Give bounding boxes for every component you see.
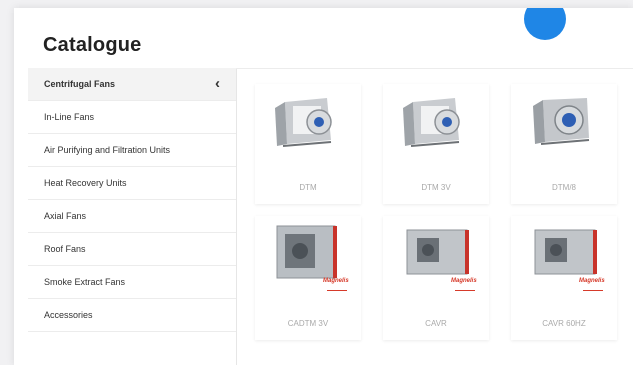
- sidebar-item-air-purifying[interactable]: Air Purifying and Filtration Units: [28, 134, 236, 167]
- magnelis-underline: [455, 290, 475, 291]
- product-name: DTM 3V: [421, 183, 451, 192]
- magnelis-underline: [327, 290, 347, 291]
- product-name: CADTM 3V: [287, 319, 329, 328]
- magnelis-badge: Magnelis: [323, 278, 349, 284]
- sidebar-item-heat-recovery[interactable]: Heat Recovery Units: [28, 167, 236, 200]
- sidebar-item-label: Heat Recovery Units: [44, 178, 127, 188]
- sidebar-item-accessories[interactable]: Accessories: [28, 299, 236, 332]
- product-name: DTM/8: [552, 183, 576, 192]
- sidebar-item-roof-fans[interactable]: Roof Fans: [28, 233, 236, 266]
- sidebar-item-label: Axial Fans: [44, 211, 87, 221]
- product-card-cavr[interactable]: Magnelis CAVR: [383, 216, 489, 340]
- sidebar-item-centrifugal-fans[interactable]: Centrifugal Fans ‹: [28, 68, 236, 101]
- sidebar-item-label: Accessories: [44, 310, 93, 320]
- product-name: DTM: [299, 183, 317, 192]
- sidebar-item-label: Air Purifying and Filtration Units: [44, 145, 171, 155]
- sidebar-item-smoke-extract[interactable]: Smoke Extract Fans: [28, 266, 236, 299]
- product-card-dtm-8[interactable]: DTM/8: [511, 84, 617, 204]
- product-card-cavr-60hz[interactable]: Magnelis CAVR 60HZ: [511, 216, 617, 340]
- page-title: Catalogue: [43, 34, 142, 56]
- sidebar-item-label: Roof Fans: [44, 244, 86, 254]
- magnelis-underline: [583, 290, 603, 291]
- sidebar-item-in-line-fans[interactable]: In-Line Fans: [28, 101, 236, 134]
- product-card-cadtm-3v[interactable]: Magnelis CADTM 3V: [255, 216, 361, 340]
- product-card-dtm[interactable]: DTM: [255, 84, 361, 204]
- product-name: CAVR: [425, 319, 447, 328]
- chevron-left-icon[interactable]: ‹: [215, 68, 220, 100]
- divider: [236, 68, 633, 69]
- category-sidebar: Centrifugal Fans ‹ In-Line Fans Air Puri…: [28, 68, 237, 365]
- sidebar-item-label: In-Line Fans: [44, 112, 95, 122]
- notification-dot-icon[interactable]: [524, 8, 566, 40]
- magnelis-badge: Magnelis: [579, 278, 605, 284]
- centrifugal-fan-icon: [275, 98, 332, 147]
- product-card-dtm-3v[interactable]: DTM 3V: [383, 84, 489, 204]
- sidebar-item-label: Smoke Extract Fans: [44, 277, 126, 287]
- centrifugal-fan-icon: [403, 98, 460, 147]
- catalogue-panel: Catalogue Centrifugal Fans ‹ In-Line Fan…: [14, 8, 633, 365]
- centrifugal-fan-icon: [533, 98, 590, 145]
- product-name: CAVR 60HZ: [542, 319, 586, 328]
- sidebar-item-label: Centrifugal Fans: [44, 79, 116, 89]
- sidebar-item-axial-fans[interactable]: Axial Fans: [28, 200, 236, 233]
- magnelis-badge: Magnelis: [451, 278, 477, 284]
